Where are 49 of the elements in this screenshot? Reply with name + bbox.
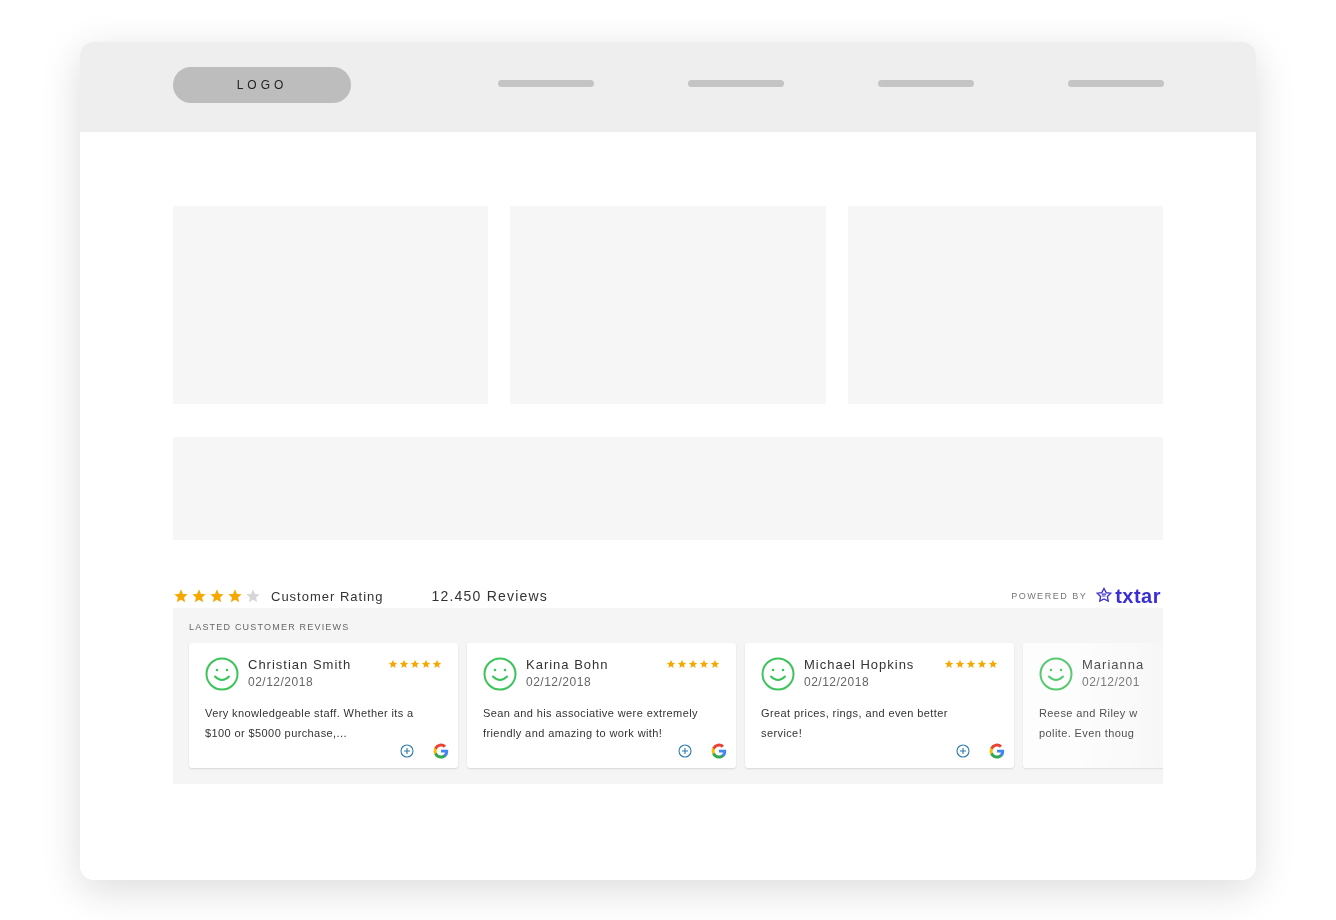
reviewer-name: Karina Bohn: [526, 657, 610, 672]
smiley-icon: [761, 657, 795, 691]
star-icon: [977, 659, 987, 669]
review-text: Reese and Riley w polite. Even thoug: [1039, 706, 1138, 741]
reviewer-name: Michael Hopkins: [804, 657, 916, 672]
review-count: 12.450 Reviews: [431, 588, 548, 604]
review-text: Great prices, rings, and even better service!: [761, 706, 948, 741]
expand-icon[interactable]: [678, 744, 692, 758]
star-icon: [388, 659, 398, 669]
powered-by-label: POWERED BY: [1011, 591, 1088, 601]
google-icon: [710, 742, 728, 760]
star-icon: [710, 659, 720, 669]
star-icon: [421, 659, 431, 669]
smiley-icon: [1039, 657, 1073, 691]
rating-label: Customer Rating: [271, 588, 384, 604]
star-icon: [173, 588, 189, 604]
star-icon: [955, 659, 965, 669]
star-icon: [688, 659, 698, 669]
star-icon: [191, 588, 207, 604]
review-date: 02/12/2018: [248, 675, 315, 689]
star-icon: [432, 659, 442, 669]
review-date: 02/12/201: [1082, 675, 1141, 689]
reviews-title: LASTED CUSTOMER REVIEWS: [189, 622, 351, 632]
star-chat-icon: [1095, 587, 1114, 605]
star-icon: [699, 659, 709, 669]
google-icon: [432, 742, 450, 760]
star-icon: [966, 659, 976, 669]
review-date: 02/12/2018: [804, 675, 871, 689]
star-icon: [209, 588, 225, 604]
reviewer-name: Marianna: [1082, 657, 1146, 672]
star-icon: [944, 659, 954, 669]
star-icon: [227, 588, 243, 604]
review-text: Sean and his associative were extremely friendly and amazing to work with!: [483, 706, 698, 741]
smiley-icon: [483, 657, 517, 691]
star-icon: [988, 659, 998, 669]
expand-icon[interactable]: [400, 744, 414, 758]
star-icon: [399, 659, 409, 669]
expand-icon[interactable]: [956, 744, 970, 758]
star-icon: [677, 659, 687, 669]
brand-name: txtar: [1115, 584, 1161, 608]
star-icon: [410, 659, 420, 669]
review-date: 02/12/2018: [526, 675, 593, 689]
google-icon: [988, 742, 1006, 760]
star-icon: [666, 659, 676, 669]
smiley-icon: [205, 657, 239, 691]
logo[interactable]: LOGO: [173, 67, 351, 103]
reviewer-name: Christian Smith: [248, 657, 353, 672]
review-text: Very knowledgeable staff. Whether its a $100 or $5000 purchase,...: [205, 706, 414, 741]
star-icon: [245, 588, 261, 604]
